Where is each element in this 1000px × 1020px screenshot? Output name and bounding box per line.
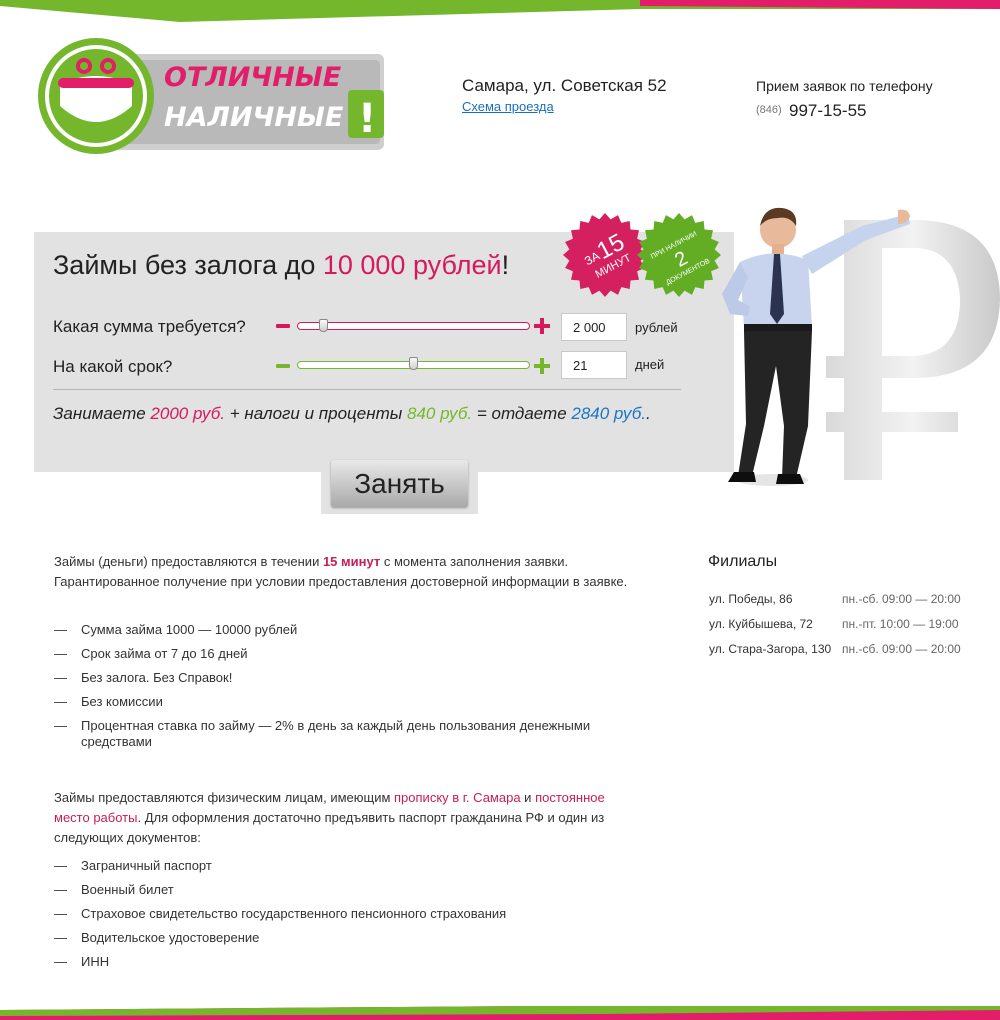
amount-minus-button[interactable] [276, 324, 290, 328]
man-illustration [722, 207, 910, 486]
list-item: Сумма займа 1000 — 10000 рублей [81, 622, 298, 637]
list-dash: — [54, 930, 67, 945]
term-slider-handle[interactable] [408, 357, 418, 370]
map-link[interactable]: Схема проезда [462, 99, 554, 114]
logo-line2: НАЛИЧНЫЕ [164, 102, 344, 133]
logo-mark: ! [358, 96, 376, 142]
term-question: На какой срок? [53, 357, 173, 376]
phone-label: Прием заявок по телефону [756, 78, 933, 94]
registration-link[interactable]: прописку в г. Самара [394, 790, 521, 805]
city-address: Самара, ул. Советская 52 [462, 76, 667, 95]
calculator-title: Займы без залога до 10 000 рублей! [53, 250, 510, 280]
phone-code: (846) [756, 104, 782, 116]
branches-title: Филиалы [708, 553, 778, 570]
list-item: ИНН [81, 954, 110, 969]
list-item: Срок займа от 7 до 16 дней [81, 646, 248, 661]
branch-address: ул. Куйбышева, 72 [709, 617, 813, 631]
intro-highlight: 15 минут [322, 554, 381, 569]
branch-hours: пн.-сб. 09:00 — 20:00 [842, 642, 961, 656]
intro-paragraph: Займы (деньги) предоставляются в течении… [54, 554, 628, 589]
amount-input[interactable]: 2 000 [561, 313, 627, 341]
documents-badge: ПРИ НАЛИЧИИ 2 ДОКУМЕНТОВ [637, 213, 721, 297]
term-minus-button[interactable] [276, 364, 290, 368]
logo-line1: ОТЛИЧНЫЕ [164, 62, 342, 93]
logo[interactable]: ОТЛИЧНЫЕ НАЛИЧНЫЕ ! [36, 36, 388, 160]
requirements-paragraph: Займы предоставляются физическим лицам, … [54, 790, 605, 845]
list-item: Водительское удостоверение [81, 930, 260, 945]
term-plus-button[interactable] [534, 358, 550, 374]
submit-loan-button[interactable]: Занять [331, 460, 468, 507]
borrow-amount: 2000 руб. [150, 404, 226, 423]
amount-slider-handle[interactable] [319, 319, 329, 332]
branch-hours: пн.-сб. 09:00 — 20:00 [842, 592, 961, 606]
list-dash: — [54, 882, 67, 897]
amount-slider-track[interactable] [297, 322, 530, 330]
phone-number[interactable]: 997-15-55 [789, 101, 867, 121]
branch-address: ул. Стара-Загора, 130 [709, 642, 832, 656]
bottom-stripe [0, 1006, 1000, 1020]
list-item: Военный билет [81, 882, 174, 897]
list-dash: — [54, 858, 67, 873]
branch-address: ул. Победы, 86 [709, 592, 793, 606]
list-dash: — [54, 670, 67, 685]
amount-plus-button[interactable] [534, 318, 550, 334]
list-dash: — [54, 646, 67, 661]
loan-summary: Занимаете 2000 руб. + налоги и проценты … [53, 404, 651, 423]
branch-hours: пн.-пт. 10:00 — 19:00 [842, 617, 959, 631]
list-dash: — [54, 622, 67, 637]
list-item: Заграничный паспорт [81, 858, 212, 873]
term-input[interactable]: 21 [561, 351, 627, 379]
list-dash: — [54, 694, 67, 709]
amount-unit: рублей [635, 320, 678, 335]
amount-question: Какая сумма требуется? [53, 317, 246, 336]
list-item: Без залога. Без Справок! [81, 670, 233, 685]
list-item: Без комиссии [81, 694, 163, 709]
list-dash: — [54, 718, 67, 733]
calculator-divider [53, 389, 681, 390]
term-unit: дней [635, 357, 665, 372]
list-item: Процентная ставка по займу — 2% в день з… [81, 718, 591, 749]
list-item: Страховое свидетельство государственного… [81, 906, 507, 921]
top-stripe [0, 0, 1000, 22]
list-dash: — [54, 954, 67, 969]
max-amount: 10 000 рублей [322, 250, 502, 280]
total-amount: 2840 руб. [571, 404, 646, 423]
list-dash: — [54, 906, 67, 921]
interest-amount: 840 руб. [406, 404, 473, 423]
